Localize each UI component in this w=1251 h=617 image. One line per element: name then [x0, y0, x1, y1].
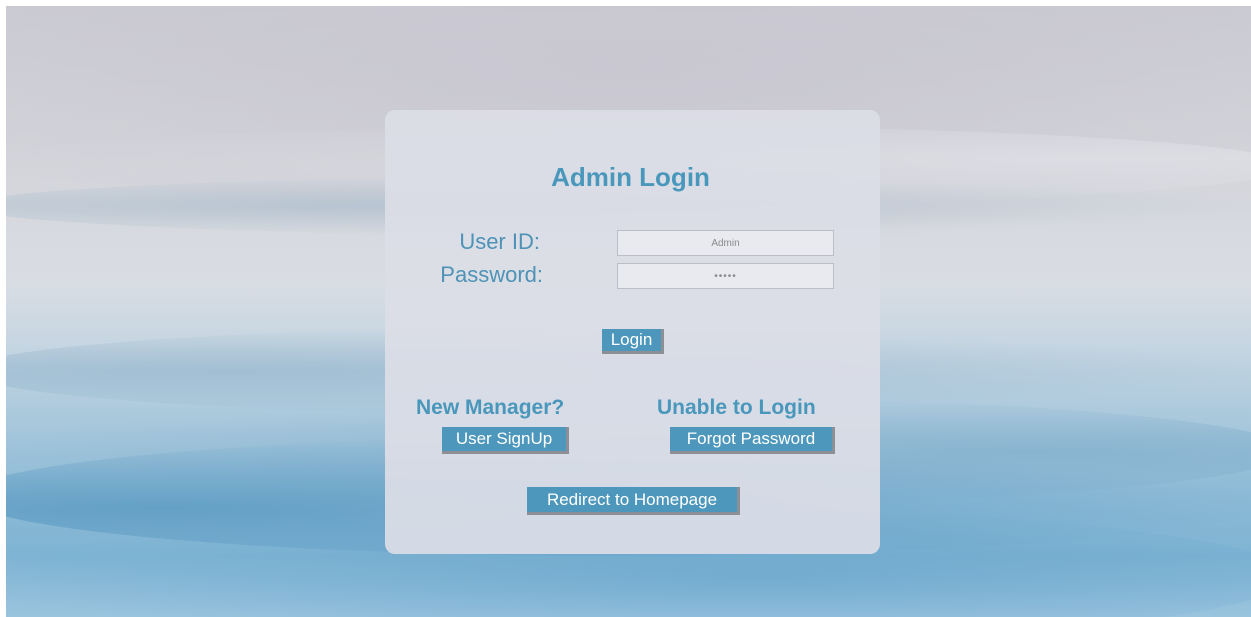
unable-to-login-heading: Unable to Login: [657, 396, 816, 419]
user-signup-button[interactable]: User SignUp: [442, 427, 569, 454]
user-id-label: User ID:: [459, 229, 540, 254]
page-frame: Admin Login User ID: Password: Login New…: [0, 0, 1251, 617]
forgot-password-button[interactable]: Forgot Password: [670, 427, 835, 454]
password-label: Password:: [440, 262, 543, 287]
page-title: Admin Login: [551, 162, 710, 192]
user-id-input[interactable]: [617, 230, 834, 256]
password-input[interactable]: [617, 263, 834, 289]
login-button[interactable]: Login: [602, 329, 664, 354]
new-manager-heading: New Manager?: [416, 396, 565, 419]
redirect-homepage-button[interactable]: Redirect to Homepage: [527, 487, 740, 515]
